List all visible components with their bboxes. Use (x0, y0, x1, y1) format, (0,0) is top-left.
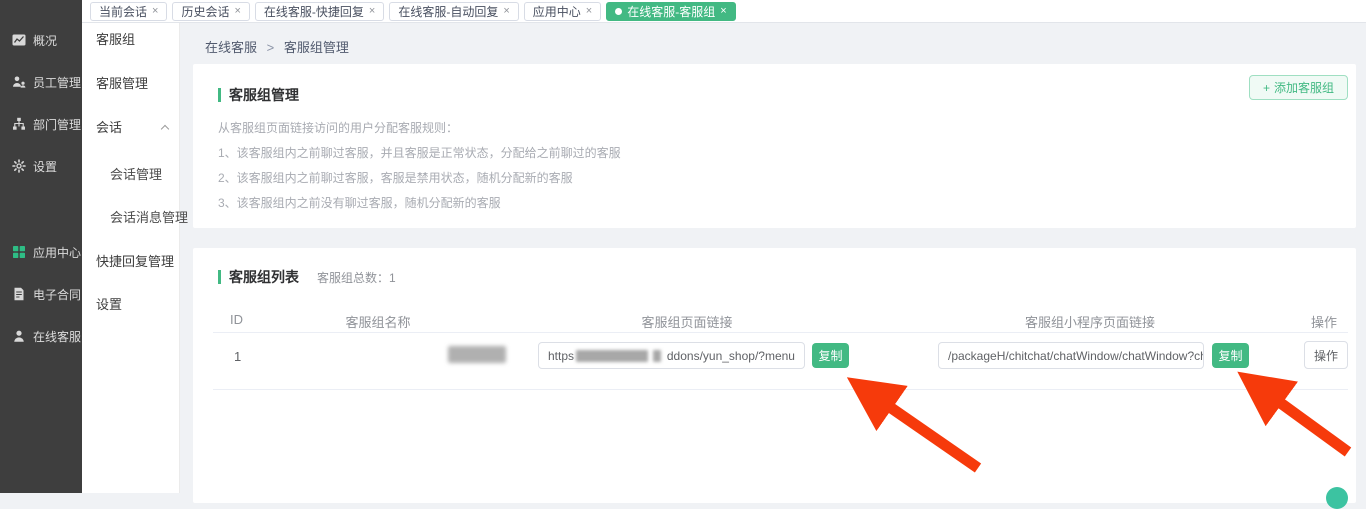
service-person-icon (12, 329, 26, 343)
mini-program-link-input[interactable]: /packageH/chitchat/chatWindow/chatWindow… (938, 342, 1204, 369)
floating-service-button[interactable] (1326, 487, 1348, 509)
sidebar-item-overview[interactable]: 概况 (0, 27, 82, 53)
staff-icon (12, 75, 26, 89)
close-icon[interactable]: × (234, 6, 240, 17)
section-marker (218, 88, 221, 102)
tab-label: 当前会话 (99, 3, 147, 20)
section-marker (218, 270, 221, 284)
link-prefix: https (548, 349, 574, 363)
department-tree-icon (12, 117, 26, 131)
cell-id: 1 (234, 349, 241, 364)
plus-icon: + (1263, 81, 1270, 95)
contract-doc-icon (12, 287, 26, 301)
submenu-item-session-message-manage[interactable]: 会话消息管理 (110, 209, 188, 227)
column-header-action: 操作 (1311, 312, 1337, 331)
tab-label: 在线客服-自动回复 (398, 3, 498, 20)
tab-auto-reply[interactable]: 在线客服-自动回复 × (389, 2, 518, 21)
tab-service-group-active[interactable]: 在线客服-客服组 × (606, 2, 735, 21)
sidebar-item-app-center[interactable]: 应用中心 (0, 239, 82, 265)
table-header-divider (213, 332, 1348, 333)
group-total-count: 客服组总数：1 (317, 269, 396, 286)
column-header-name: 客服组名称 (345, 312, 410, 331)
close-icon[interactable]: × (720, 6, 726, 17)
customer-service-admin-page: { "colors": { "accent_green": "#42b983",… (0, 0, 1366, 493)
tab-label: 应用中心 (533, 3, 581, 20)
line-chart-icon (12, 33, 26, 47)
copy-mini-program-link-button[interactable]: 复制 (1212, 343, 1249, 368)
breadcrumb: 在线客服 > 客服组管理 (205, 37, 349, 56)
sidebar-item-label: 概况 (33, 32, 57, 49)
sidebar-item-department[interactable]: 部门管理 (0, 111, 82, 137)
submenu-item-session[interactable]: 会话 (96, 119, 122, 137)
column-header-mini-program-link: 客服组小程序页面链接 (1025, 312, 1155, 331)
sidebar-item-label: 电子合同 (33, 286, 81, 303)
add-group-button-label: 添加客服组 (1274, 79, 1334, 96)
rules-intro: 从客服组页面链接访问的用户分配客服规则： (218, 116, 621, 141)
submenu-item-quick-reply-manage[interactable]: 快捷回复管理 (96, 253, 174, 271)
tags-view-bar: 当前会话 × 历史会话 × 在线客服-快捷回复 × 在线客服-自动回复 × 应用… (82, 0, 1366, 23)
sidebar-item-label: 设置 (33, 158, 57, 175)
section-header: 客服组管理 (218, 85, 299, 105)
submenu-item-session-manage[interactable]: 会话管理 (110, 166, 162, 184)
close-icon[interactable]: × (503, 6, 509, 17)
submenu-item-settings[interactable]: 设置 (96, 296, 122, 314)
sidebar-item-label: 在线客服 (33, 328, 81, 345)
rule-line: 3、该客服组内之前没有聊过客服，随机分配新的客服 (218, 191, 621, 216)
tab-app-center[interactable]: 应用中心 × (524, 2, 601, 21)
rule-line: 1、该客服组内之前聊过客服，并且客服是正常状态，分配给之前聊过的客服 (218, 141, 621, 166)
group-manage-card: 客服组管理 + 添加客服组 从客服组页面链接访问的用户分配客服规则： 1、该客服… (193, 64, 1356, 228)
group-list-card: 客服组列表 客服组总数：1 ID 客服组名称 客服组页面链接 客服组小程序页面链… (193, 248, 1356, 503)
link-masked-segment (653, 350, 661, 362)
sidebar-item-contract[interactable]: 电子合同 (0, 281, 82, 307)
close-icon[interactable]: × (152, 6, 158, 17)
breadcrumb-current: 客服组管理 (284, 40, 349, 55)
cell-group-name-masked (448, 346, 506, 363)
sidebar-item-settings[interactable]: 设置 (0, 153, 82, 179)
column-header-page-link: 客服组页面链接 (641, 312, 732, 331)
sidebar-item-label: 部门管理 (33, 116, 81, 133)
table-row-divider (213, 389, 1348, 390)
gear-icon (12, 159, 26, 173)
primary-sidebar: 概况 员工管理 部门管理 设置 (0, 0, 82, 493)
section-title: 客服组管理 (229, 85, 299, 105)
rule-line: 2、该客服组内之前聊过客服，客服是禁用状态，随机分配新的客服 (218, 166, 621, 191)
close-icon[interactable]: × (586, 6, 592, 17)
close-icon[interactable]: × (369, 6, 375, 17)
tab-quick-reply[interactable]: 在线客服-快捷回复 × (255, 2, 384, 21)
sidebar-item-staff[interactable]: 员工管理 (0, 69, 82, 95)
sidebar-item-label: 员工管理 (33, 74, 81, 91)
tab-label: 在线客服-客服组 (627, 3, 715, 20)
main-content: 在线客服 > 客服组管理 客服组管理 + 添加客服组 从客服组页面链接访问的用户… (180, 23, 1366, 493)
app-grid-icon (12, 245, 26, 259)
row-action-button[interactable]: 操作 (1304, 341, 1348, 369)
link-masked-segment (576, 350, 648, 362)
secondary-sidebar: 客服组 客服管理 会话 会话管理 会话消息管理 快捷回复管理 设置 (82, 23, 180, 493)
active-dot-icon (615, 8, 622, 15)
submenu-item-service-group[interactable]: 客服组 (96, 31, 135, 49)
breadcrumb-separator: > (267, 40, 275, 55)
page-link-input[interactable]: https ddons/yun_shop/?menu (538, 342, 805, 369)
sidebar-item-label: 应用中心 (33, 244, 81, 261)
tab-current-session[interactable]: 当前会话 × (90, 2, 167, 21)
link-suffix: ddons/yun_shop/?menu (667, 349, 795, 363)
chevron-up-icon (161, 125, 169, 133)
column-header-id: ID (230, 312, 243, 327)
add-group-button[interactable]: + 添加客服组 (1249, 75, 1348, 100)
copy-page-link-button[interactable]: 复制 (812, 343, 849, 368)
mini-program-link-text: /packageH/chitchat/chatWindow/chatWindow… (948, 349, 1204, 363)
sidebar-item-online-service[interactable]: 在线客服 (0, 323, 82, 349)
submenu-item-label: 会话 (96, 120, 122, 135)
section-title: 客服组列表 (229, 267, 299, 287)
tab-label: 历史会话 (181, 3, 229, 20)
assignment-rules: 从客服组页面链接访问的用户分配客服规则： 1、该客服组内之前聊过客服，并且客服是… (218, 116, 621, 216)
submenu-item-service-manage[interactable]: 客服管理 (96, 75, 148, 93)
section-header: 客服组列表 客服组总数：1 (218, 267, 396, 287)
tab-label: 在线客服-快捷回复 (264, 3, 364, 20)
breadcrumb-parent[interactable]: 在线客服 (205, 40, 257, 55)
tab-history-session[interactable]: 历史会话 × (172, 2, 249, 21)
